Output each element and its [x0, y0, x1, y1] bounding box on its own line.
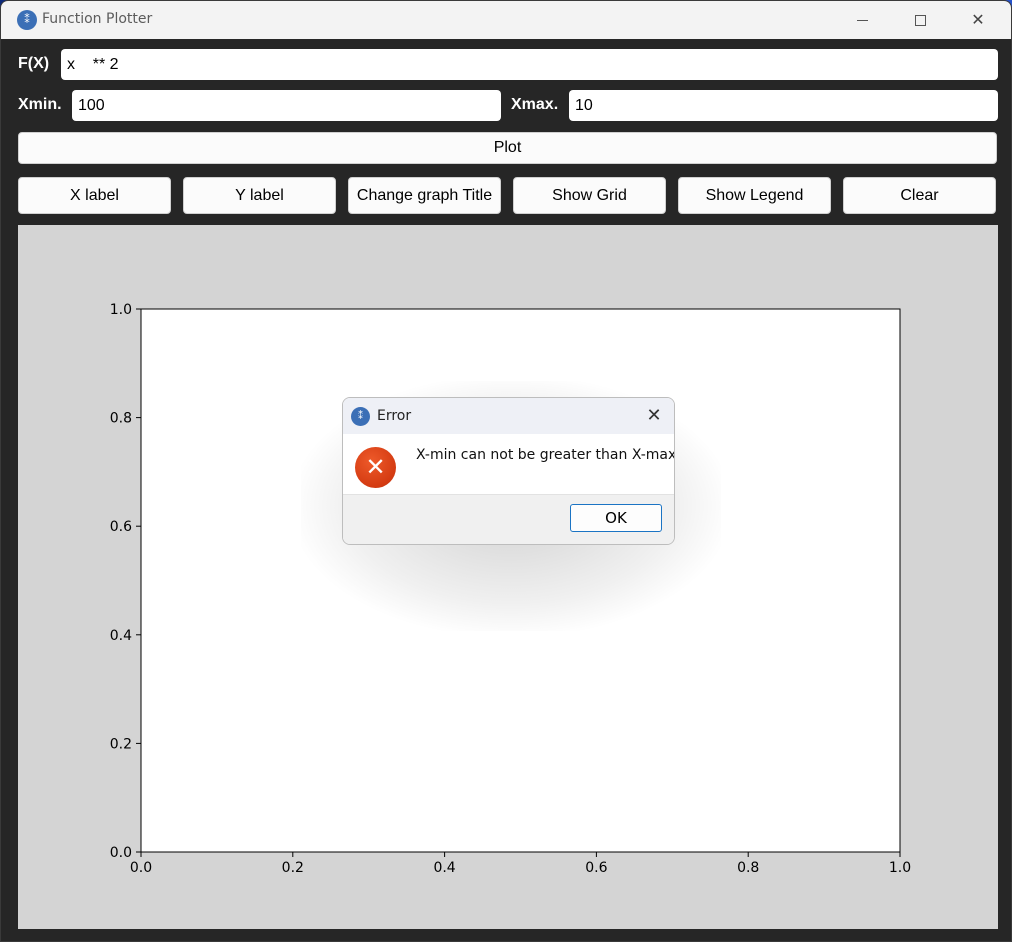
fx-input[interactable]: x ** 2 — [61, 49, 998, 80]
clear-button[interactable]: Clear — [843, 177, 996, 214]
show-grid-button[interactable]: Show Grid — [513, 177, 666, 214]
y-tick-label: 0.8 — [110, 411, 132, 427]
xmin-label: Xmin. — [18, 96, 62, 113]
x-tick-label: 0.0 — [130, 860, 152, 876]
calculator-icon: ⁑ — [351, 407, 370, 426]
x-tick-label: 0.2 — [282, 860, 304, 876]
maximize-button[interactable] — [891, 1, 949, 39]
minimize-button[interactable] — [833, 1, 891, 39]
y-tick-label: 1.0 — [110, 302, 132, 318]
close-button[interactable]: ✕ — [949, 1, 1007, 39]
minimize-icon — [856, 20, 868, 21]
y-tick-label: 0.0 — [110, 845, 132, 861]
xmax-label: Xmax. — [511, 96, 559, 113]
close-icon: ✕ — [646, 405, 662, 426]
dialog-body: ✕ X-min can not be greater than X-max — [343, 434, 675, 494]
y-tick-label: 0.4 — [110, 628, 132, 644]
app-window: ⁑ Function Plotter ✕ F(X) x ** 2 Xmin. 1… — [0, 0, 1012, 942]
calculator-icon: ⁑ — [17, 10, 37, 30]
ok-button[interactable]: OK — [570, 504, 662, 532]
x-tick-label: 1.0 — [889, 860, 911, 876]
x-label-button[interactable]: X label — [18, 177, 171, 214]
error-icon: ✕ — [355, 447, 396, 488]
x-tick-label: 0.6 — [585, 860, 607, 876]
dialog-close-button[interactable]: ✕ — [641, 404, 667, 428]
xmin-input[interactable]: 100 — [72, 90, 501, 121]
close-icon: ✕ — [971, 10, 985, 29]
plot-button[interactable]: Plot — [18, 132, 997, 164]
change-title-button[interactable]: Change graph Title — [348, 177, 501, 214]
show-legend-button[interactable]: Show Legend — [678, 177, 831, 214]
title-bar[interactable]: ⁑ Function Plotter ✕ — [1, 1, 1011, 39]
xmax-input[interactable]: 10 — [569, 90, 998, 121]
y-tick-label: 0.6 — [110, 519, 132, 535]
window-title: Function Plotter — [42, 11, 153, 27]
y-tick-label: 0.2 — [110, 736, 132, 752]
y-label-button[interactable]: Y label — [183, 177, 336, 214]
fx-label: F(X) — [18, 55, 50, 72]
maximize-icon — [914, 15, 926, 26]
dialog-title: Error — [377, 408, 412, 424]
dialog-footer: OK — [343, 494, 674, 544]
dialog-title-bar[interactable]: ⁑ Error ✕ — [343, 398, 674, 434]
dialog-message: X-min can not be greater than X-max — [416, 447, 675, 463]
x-tick-label: 0.4 — [433, 860, 455, 876]
error-dialog: ⁑ Error ✕ ✕ X-min can not be greater tha… — [342, 397, 675, 545]
x-tick-label: 0.8 — [737, 860, 759, 876]
